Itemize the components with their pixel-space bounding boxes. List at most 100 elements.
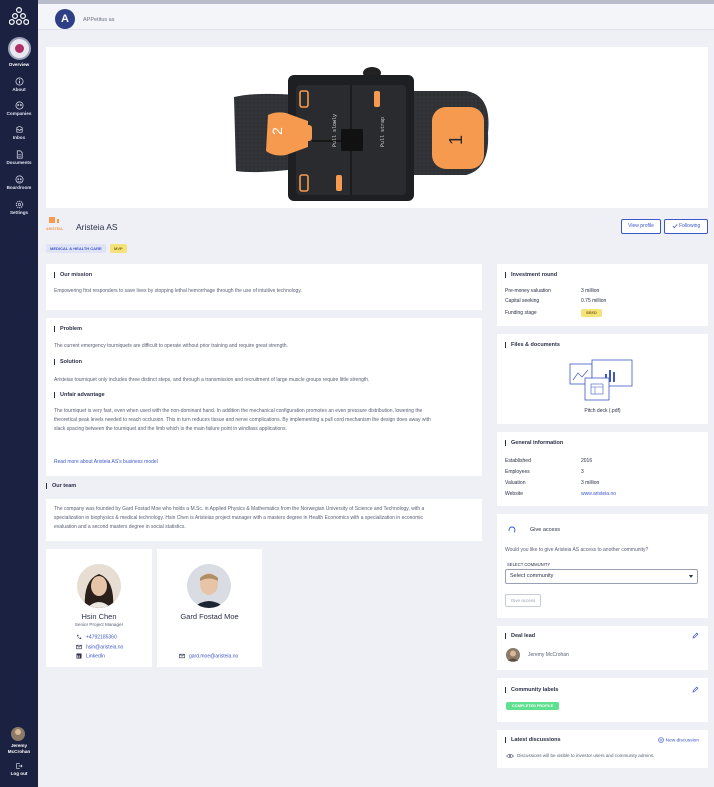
app-logo-icon[interactable] [9,6,29,26]
community-labels-card: Community labels COMPLETED PROFILE [497,678,708,722]
email-icon [76,644,82,650]
solution-text: Aristeias tourniquet only includes three… [54,377,370,383]
sidebar-item-documents[interactable]: Documents [0,150,38,165]
funding-stage-badge: SEED [581,309,602,317]
team-member-name: Hsin Chen [81,612,117,621]
view-profile-button[interactable]: View profile [621,219,661,234]
sidebar-item-about[interactable]: About [0,77,38,92]
advantage-title: Unfair advantage [54,392,105,398]
team-member-photo [77,564,121,608]
give-access-question: Would you like to give Aristeia AS acces… [505,547,649,553]
team-description-text: The company was founded by Gard Fostad M… [54,506,425,530]
user-avatar[interactable] [11,727,25,741]
give-access-button[interactable]: Give access [505,594,541,607]
problem-text: The current emergency tourniquets are di… [54,343,288,349]
investment-label: Pre-money valuation [505,288,551,294]
top-band [38,0,714,4]
completed-profile-badge: COMPLETED PROFILE [506,702,560,710]
deal-lead-title: Deal lead [505,633,535,639]
give-access-card: Give access Would you like to give Arist… [497,514,708,618]
stage-tag: MVP [110,244,127,253]
mission-title: Our mission [54,272,92,278]
tourniquet-illustration: 2 Pull slowly Pull strap 1 [234,67,489,201]
company-switcher-label[interactable]: APPetitus as [83,17,115,23]
check-icon [672,223,678,228]
select-community-label: SELECT COMMUNITY [507,562,551,567]
logout-label: Log out [10,771,28,776]
advantage-text: The tourniquet is very fast, even when u… [54,408,431,432]
user-name: Jeremy McCrohan [7,743,31,754]
files-card: Files & documents Pitch deck (.pdf) [497,334,708,424]
business-model-card: Problem The current emergency tourniquet… [46,318,482,476]
number-two-label: 2 [269,127,285,135]
deal-lead-card: Deal lead Jeremy McCrohan [497,626,708,670]
investment-label: Capital seeking [505,298,540,304]
team-description-card: The company was founded by Gard Fostad M… [46,499,482,541]
company-avatar[interactable]: A [55,9,75,29]
mission-card: Our mission Empowering first responders … [46,264,482,310]
following-button[interactable]: Following [664,219,708,234]
pull-strap-label: Pull strap [380,117,386,147]
new-discussion-button[interactable]: New discussion [658,737,699,743]
general-value: 3 [581,469,584,475]
community-labels-title: Community labels [505,687,558,693]
investment-value: 3 million [581,288,600,294]
brand-logo-text: ARISTEIA [46,227,63,231]
general-label: Established [505,458,531,464]
team-title: Our team [46,483,76,489]
general-title: General information [505,440,563,446]
sidebar-item-settings[interactable]: Settings [0,200,38,215]
sidebar-item-overview[interactable]: Overview [0,62,38,67]
pencil-icon[interactable] [692,686,699,693]
investment-value: 0.75 million [581,298,607,304]
number-one-label: 1 [446,135,466,145]
sidebar-item-companies[interactable]: Companies [0,101,38,116]
pitch-deck-label[interactable]: Pitch deck (.pdf) [497,407,708,416]
solution-title: Solution [54,359,82,365]
sidebar-item-label: About [12,87,26,92]
give-access-title: Give access [530,527,560,533]
email-link[interactable]: hsin@aristeia.no [76,644,123,650]
sidebar-item-label: Companies [6,111,32,116]
sidebar-item-inbox[interactable]: Inbox [0,125,38,140]
team-member-card: Hsin Chen Senior Project Manager +479218… [46,549,152,667]
mission-text: Empowering first responders to save live… [54,288,302,294]
discussions-card: Latest discussions New discussion Discus… [497,730,708,768]
boardroom-icon [15,175,23,184]
logout-button[interactable]: Log out [0,762,38,776]
document-icon [16,150,23,159]
sidebar-item-label: Documents [6,160,32,165]
following-label: Following [679,223,701,229]
team-member-photo [187,564,231,608]
company-name: Aristeia AS [76,222,118,232]
sidebar: Overview About Companies Inbox Documents… [0,0,38,787]
access-icon [508,526,516,533]
general-label: Website [505,491,523,497]
industry-tag: MEDICAL & HEALTH CARE [46,244,106,253]
linkedin-icon [76,653,82,659]
sidebar-item-boardroom[interactable]: Boardroom [0,175,38,190]
deal-lead-avatar [506,648,520,662]
organization-avatar[interactable] [8,37,31,60]
business-model-link[interactable]: Read more about Aristeia AS's business m… [54,458,158,467]
chevron-down-icon [689,575,693,578]
email-icon [179,653,185,659]
email-link[interactable]: gard.moe@aristeia.no [179,653,238,659]
pencil-icon[interactable] [692,632,699,639]
problem-title: Problem [54,326,82,332]
general-info-card: General information Established 2016 Emp… [497,432,708,506]
info-icon [15,77,23,86]
team-member-role: Senior Project Manager [74,622,124,627]
sidebar-item-label: Settings [9,210,29,215]
community-select[interactable]: Select community [505,569,698,584]
sidebar-item-label: Overview [8,62,30,67]
linkedin-link[interactable]: LinkedIn [76,653,105,659]
website-link[interactable]: www.aristeia.no [581,491,616,497]
aristeia-logo-icon: ARISTEIA [46,217,63,231]
investment-round-card: Investment round Pre-money valuation 3 m… [497,264,708,326]
plus-circle-icon [658,737,665,743]
logout-icon [16,763,23,769]
phone-link[interactable]: +4792185360 [76,634,117,640]
general-label: Valuation [505,480,526,486]
pitch-deck-file-icon[interactable] [567,358,637,402]
